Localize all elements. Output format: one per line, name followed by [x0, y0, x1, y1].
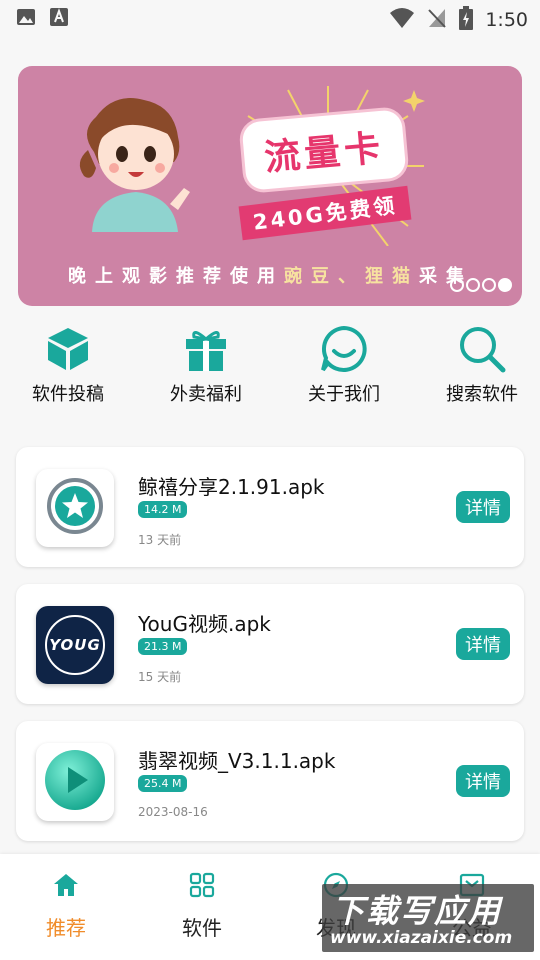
details-button[interactable]: 详情	[456, 765, 510, 797]
banner-title-badge: 流量卡	[241, 109, 407, 191]
tab-software[interactable]: 软件	[152, 872, 252, 941]
app-updated-time: 15 天前	[138, 670, 182, 684]
app-size-badge: 14.2 M	[138, 501, 188, 518]
watermark-title: 下载写应用	[332, 892, 503, 930]
app-name: 鲸禧分享2.1.91.apk	[138, 475, 325, 499]
home-icon	[53, 874, 79, 902]
quick-nav-label: 关于我们	[308, 384, 380, 405]
app-card[interactable]: YOUG YouG视频.apk 21.3 M 15 天前 详情	[16, 584, 524, 704]
play-gem-icon	[42, 747, 108, 817]
app-thumbnail	[36, 469, 114, 547]
pager-dot[interactable]	[450, 278, 464, 292]
app-size-badge: 21.3 M	[138, 638, 188, 655]
pager-dot[interactable]	[466, 278, 480, 292]
watermark: 下载写应用 www.xiazaixie.com	[322, 884, 534, 952]
promo-banner[interactable]: 流量卡 240G免费领 晚上观影推荐使用豌豆、狸猫采集	[18, 66, 522, 306]
star-circle-icon	[45, 476, 105, 540]
app-updated-time: 2023-08-16	[138, 805, 208, 819]
battery-charging-icon	[459, 6, 474, 34]
quick-nav-search-software[interactable]: 搜索软件	[422, 326, 540, 406]
wifi-icon	[389, 7, 415, 33]
quick-nav-submit-software[interactable]: 软件投稿	[8, 326, 128, 406]
pager-dot-active[interactable]	[498, 278, 512, 292]
app-thumbnail	[36, 743, 114, 821]
banner-title: 流量卡	[262, 127, 386, 180]
gift-icon	[182, 325, 230, 377]
status-bar: 1:50	[0, 0, 540, 36]
quick-nav-takeout-benefits[interactable]: 外卖福利	[146, 326, 266, 406]
search-icon	[458, 325, 506, 377]
quick-nav-label: 外卖福利	[170, 384, 242, 405]
quick-nav: 软件投稿 外卖福利 关于我们 搜索软件	[0, 325, 540, 416]
grid-icon	[189, 872, 215, 902]
details-button[interactable]: 详情	[456, 628, 510, 660]
app-updated-time: 13 天前	[138, 533, 182, 547]
details-button[interactable]: 详情	[456, 491, 510, 523]
youg-logo-icon: YOUG	[43, 613, 107, 677]
image-notification-icon	[16, 7, 36, 31]
banner-caption-highlight: 豌豆、狸猫	[284, 266, 419, 287]
app-size-badge: 25.4 M	[138, 775, 188, 792]
font-notification-icon	[50, 7, 68, 31]
no-signal-icon	[427, 7, 447, 33]
watermark-url: www.xiazaixie.com	[330, 928, 513, 948]
pager-dot[interactable]	[482, 278, 496, 292]
tab-recommend[interactable]: 推荐	[16, 872, 116, 941]
app-card[interactable]: 翡翠视频_V3.1.1.apk 25.4 M 2023-08-16 详情	[16, 721, 524, 841]
chat-smile-icon	[320, 325, 368, 377]
quick-nav-about-us[interactable]: 关于我们	[284, 325, 404, 406]
girl-illustration	[79, 98, 190, 232]
youg-logo-text: YOUG	[49, 636, 101, 654]
banner-pager	[450, 278, 512, 292]
banner-caption-prefix: 晚上观影推荐使用	[68, 266, 284, 287]
tab-label: 软件	[182, 916, 222, 940]
banner-caption: 晚上观影推荐使用豌豆、狸猫采集	[68, 262, 473, 288]
app-name: YouG视频.apk	[138, 612, 271, 636]
quick-nav-label: 搜索软件	[446, 384, 518, 405]
cube-icon	[45, 326, 91, 376]
app-name: 翡翠视频_V3.1.1.apk	[138, 749, 336, 773]
app-card[interactable]: 鲸禧分享2.1.91.apk 14.2 M 13 天前 详情	[16, 447, 524, 567]
app-thumbnail: YOUG	[36, 606, 114, 684]
tab-label: 推荐	[46, 916, 86, 940]
quick-nav-label: 软件投稿	[32, 384, 104, 405]
status-time: 1:50	[485, 9, 528, 31]
